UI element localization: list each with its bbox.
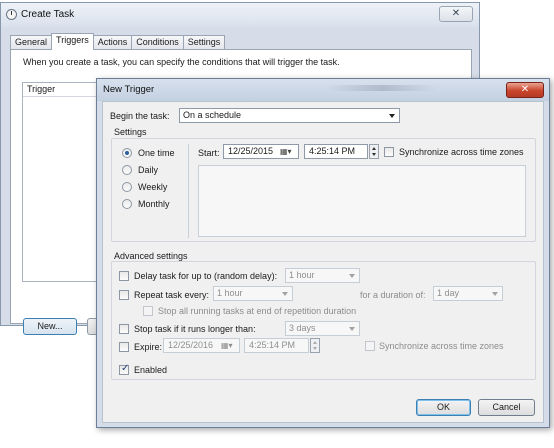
expire-time-value: 4:25:14 PM [249,340,296,350]
create-task-close-button[interactable]: ✕ [439,6,473,22]
triggers-description: When you create a task, you can specify … [23,57,340,67]
chevron-down-icon [282,292,288,296]
trigger-list[interactable]: Trigger [22,82,102,282]
advanced-settings-heading: Advanced settings [114,251,188,261]
titlebar-glare [327,85,437,91]
dialog-close-button[interactable]: ✕ [506,82,544,98]
begin-task-label: Begin the task: [110,111,170,121]
create-task-tabs: General Triggers Actions Conditions Sett… [10,33,226,50]
settings-heading: Settings [114,127,147,137]
radio-daily-label[interactable]: Daily [138,165,158,175]
enabled-label[interactable]: Enabled [134,365,167,375]
stop-running-tasks-label[interactable]: Stop all running tasks at end of repetit… [158,306,356,316]
start-date-field[interactable]: 12/25/2015 ▦▾ [223,144,299,159]
enabled-checkbox[interactable] [119,363,129,375]
expire-checkbox[interactable] [119,342,129,352]
chevron-down-icon [389,114,395,118]
chevron-down-icon [492,292,498,296]
expire-sync-label[interactable]: Synchronize across time zones [379,341,504,351]
repeat-task-checkbox[interactable] [119,290,129,300]
expire-time-spinner[interactable] [310,338,320,353]
new-trigger-title: New Trigger [103,84,155,95]
schedule-details-area [198,165,526,237]
stop-longer-select[interactable]: 3 days [285,321,360,336]
tab-triggers[interactable]: Triggers [51,33,94,50]
start-time-spinner[interactable] [369,144,379,159]
settings-divider [188,144,189,238]
start-time-field[interactable]: 4:25:14 PM [304,144,368,159]
duration-select[interactable]: 1 day [433,286,503,301]
create-task-title: Create Task [21,9,75,20]
new-trigger-body: Begin the task: On a schedule Settings O… [102,101,544,423]
stop-running-tasks-checkbox[interactable] [143,306,153,316]
duration-label: for a duration of: [360,290,426,300]
delay-task-checkbox[interactable] [119,271,129,281]
radio-one-time-label[interactable]: One time [138,148,175,158]
tab-settings[interactable]: Settings [182,35,226,49]
tab-actions[interactable]: Actions [92,35,133,49]
repeat-interval-select[interactable]: 1 hour [213,286,293,301]
radio-monthly-label[interactable]: Monthly [138,199,170,209]
stop-longer-checkbox[interactable] [119,324,129,334]
repeat-interval-value: 1 hour [217,288,243,298]
start-time-value: 4:25:14 PM [309,146,356,156]
start-date-value: 12/25/2015 [228,146,274,156]
expire-time-field[interactable]: 4:25:14 PM [244,338,309,353]
duration-value: 1 day [437,288,460,298]
stop-longer-label[interactable]: Stop task if it runs longer than: [134,324,256,334]
new-trigger-dialog: New Trigger ✕ Begin the task: On a sched… [96,78,550,428]
expire-date-value: 12/25/2016 [168,340,214,350]
begin-task-select[interactable]: On a schedule [179,108,400,123]
expire-sync-checkbox[interactable] [365,341,375,351]
calendar-icon[interactable]: ▦▾ [221,340,237,351]
chevron-down-icon [349,274,355,278]
radio-daily[interactable] [122,165,132,175]
new-trigger-titlebar: New Trigger ✕ [97,79,549,101]
tab-general[interactable]: General [10,35,53,49]
delay-select[interactable]: 1 hour [285,268,360,283]
sync-time-zones-label[interactable]: Synchronize across time zones [399,147,524,157]
stop-longer-value: 3 days [289,323,316,333]
radio-monthly[interactable] [122,199,132,209]
ok-button[interactable]: OK [416,399,471,416]
radio-weekly[interactable] [122,182,132,192]
sync-time-zones-checkbox[interactable] [384,147,394,157]
delay-task-label[interactable]: Delay task for up to (random delay): [134,271,277,281]
start-label: Start: [198,148,220,158]
expire-label[interactable]: Expire: [134,342,162,352]
create-task-titlebar: Create Task ✕ [1,3,479,27]
trigger-column-header[interactable]: Trigger [23,83,101,97]
tab-conditions[interactable]: Conditions [131,35,184,49]
delay-value: 1 hour [289,270,315,280]
calendar-icon[interactable]: ▦▾ [280,146,296,157]
begin-task-value: On a schedule [183,110,242,120]
new-trigger-button[interactable]: New... [23,318,77,335]
repeat-task-label[interactable]: Repeat task every: [134,290,209,300]
expire-date-field[interactable]: 12/25/2016 ▦▾ [163,338,240,353]
task-clock-icon [6,9,17,20]
chevron-down-icon [349,327,355,331]
cancel-button[interactable]: Cancel [478,399,535,416]
radio-weekly-label[interactable]: Weekly [138,182,167,192]
radio-one-time[interactable] [122,148,132,158]
